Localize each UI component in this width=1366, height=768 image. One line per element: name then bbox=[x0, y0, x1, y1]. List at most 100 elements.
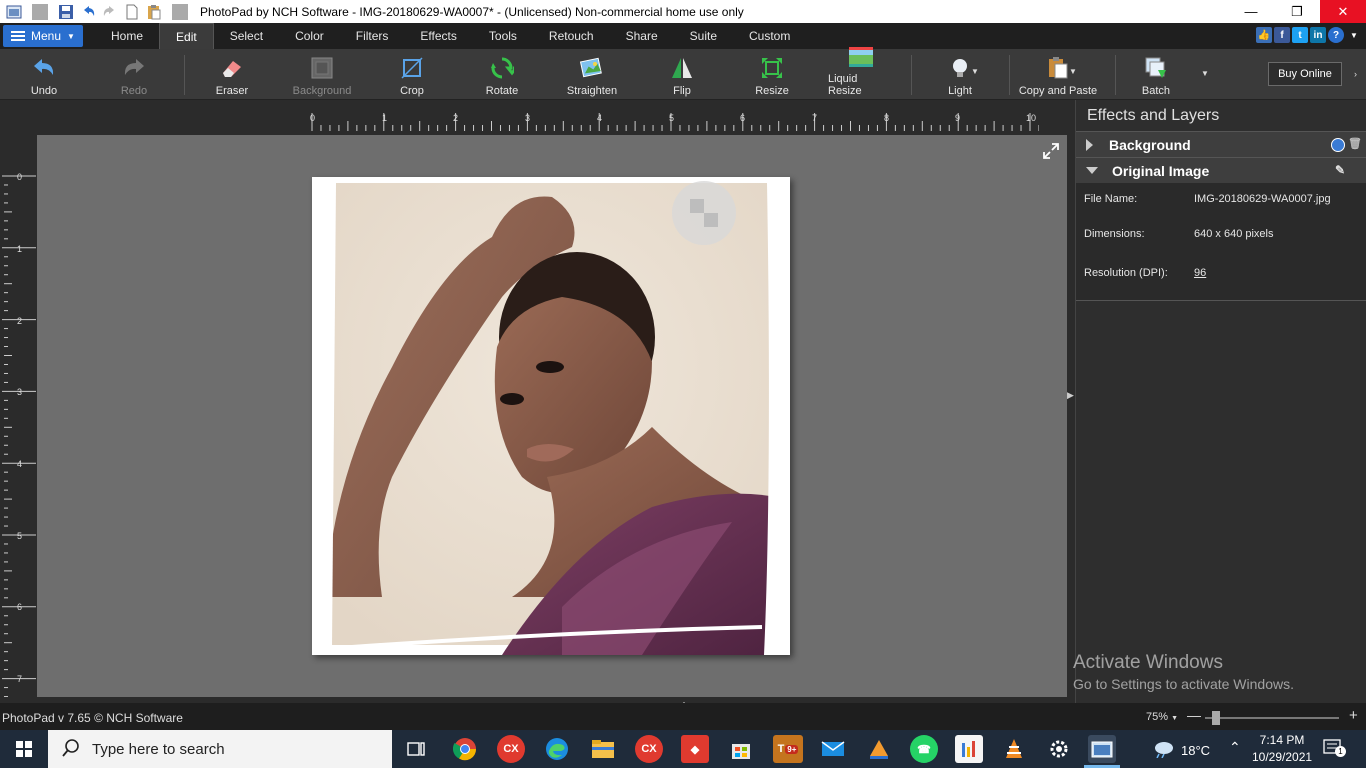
liquid-resize-icon bbox=[848, 45, 874, 69]
light-label: Light bbox=[948, 85, 972, 97]
close-button[interactable]: ✕ bbox=[1320, 0, 1366, 23]
background-button[interactable]: Background bbox=[290, 49, 354, 100]
clock[interactable]: 7:14 PM 10/29/2021 bbox=[1252, 732, 1312, 766]
file-explorer-icon[interactable] bbox=[589, 735, 617, 763]
cx-app-icon[interactable]: CX bbox=[497, 735, 525, 763]
expand-icon[interactable] bbox=[1042, 142, 1060, 160]
clipboard-icon[interactable] bbox=[146, 4, 162, 20]
layer-visibility-icon[interactable] bbox=[1331, 138, 1345, 152]
light-dropdown-icon[interactable]: ▼ bbox=[971, 67, 979, 76]
excel-icon[interactable] bbox=[955, 735, 983, 763]
taskbar-search[interactable]: Type here to search bbox=[48, 730, 392, 768]
crop-button[interactable]: Crop bbox=[390, 49, 434, 100]
tab-select[interactable]: Select bbox=[214, 23, 279, 49]
vlc-like-icon[interactable] bbox=[865, 735, 893, 763]
tab-suite[interactable]: Suite bbox=[674, 23, 733, 49]
chevron-down-icon: ▼ bbox=[67, 31, 75, 41]
help-icon[interactable]: ? bbox=[1328, 27, 1344, 43]
redo-button[interactable]: Redo bbox=[112, 49, 156, 100]
anydesk-icon[interactable]: ◆ bbox=[681, 735, 709, 763]
whatsapp-icon[interactable]: ☎ bbox=[910, 735, 938, 763]
ruler-h-label: 10 bbox=[1026, 113, 1037, 123]
redo-icon bbox=[121, 55, 147, 81]
undo-quick-icon[interactable] bbox=[80, 4, 96, 20]
batch-button[interactable]: Batch bbox=[1134, 49, 1178, 100]
edge-icon[interactable] bbox=[543, 735, 571, 763]
resize-button[interactable]: Resize bbox=[748, 49, 796, 100]
expand-triangle-icon[interactable] bbox=[1086, 138, 1093, 151]
photo-image[interactable] bbox=[312, 177, 790, 655]
tab-share[interactable]: Share bbox=[610, 23, 674, 49]
ruler-h-label: 2 bbox=[453, 113, 459, 123]
eraser-button[interactable]: Eraser bbox=[206, 49, 258, 100]
tab-tools[interactable]: Tools bbox=[473, 23, 533, 49]
layer-background[interactable]: Background 🗑 bbox=[1076, 131, 1366, 157]
ruler-h-label: 8 bbox=[884, 113, 890, 123]
trash-icon[interactable]: 🗑 bbox=[1348, 137, 1362, 150]
facebook-icon[interactable]: f bbox=[1274, 27, 1290, 43]
twitter-icon[interactable]: t bbox=[1292, 27, 1308, 43]
minimize-button[interactable]: — bbox=[1228, 0, 1274, 23]
zoom-in-button[interactable]: + bbox=[1349, 707, 1358, 724]
zoom-dropdown-icon[interactable]: ▼ bbox=[1171, 715, 1178, 722]
tray-overflow-icon[interactable]: ⌃ bbox=[1229, 739, 1241, 756]
activate-line1: Activate Windows bbox=[1073, 652, 1223, 673]
straighten-button[interactable]: Straighten bbox=[562, 49, 622, 100]
ribbon-tabs: Menu ▼ Home Edit Select Color Filters Ef… bbox=[0, 23, 1366, 49]
copy-paste-button[interactable]: Copy and Paste bbox=[1018, 49, 1098, 100]
resolution-value[interactable]: 96 bbox=[1194, 267, 1206, 279]
task-view-icon[interactable] bbox=[402, 735, 430, 763]
restore-button[interactable]: ❐ bbox=[1274, 0, 1320, 23]
collapse-triangle-icon[interactable] bbox=[1086, 167, 1098, 174]
toolbar-scroll-icon[interactable]: › bbox=[1354, 69, 1357, 79]
notification-icon[interactable]: 1 bbox=[1323, 739, 1346, 757]
linkedin-icon[interactable]: in bbox=[1310, 27, 1326, 43]
panel-collapse-strip[interactable]: ▶ bbox=[1067, 100, 1075, 703]
vlc-icon[interactable] bbox=[1000, 735, 1028, 763]
weather-widget[interactable]: 18°C bbox=[1153, 740, 1210, 761]
menu-button[interactable]: Menu ▼ bbox=[3, 25, 83, 47]
zoom-out-button[interactable]: — bbox=[1187, 707, 1201, 723]
tab-filters[interactable]: Filters bbox=[340, 23, 405, 49]
tab-custom[interactable]: Custom bbox=[733, 23, 806, 49]
help-dropdown-icon[interactable]: ▼ bbox=[1346, 27, 1362, 43]
chrome-icon[interactable] bbox=[451, 735, 479, 763]
toolbar-more-icon[interactable]: ▼ bbox=[1201, 69, 1209, 78]
buy-online-button[interactable]: Buy Online bbox=[1268, 62, 1342, 86]
chevron-right-icon[interactable]: ▶ bbox=[1067, 390, 1074, 401]
tab-home[interactable]: Home bbox=[95, 23, 159, 49]
flip-button[interactable]: Flip bbox=[660, 49, 704, 100]
tab-effects[interactable]: Effects bbox=[404, 23, 472, 49]
undo-button[interactable]: Undo bbox=[22, 49, 66, 100]
store-icon[interactable] bbox=[727, 735, 755, 763]
start-button[interactable] bbox=[0, 730, 48, 768]
thumbs-up-icon[interactable]: 👍 bbox=[1256, 27, 1272, 43]
social-links: 👍 f t in ? ▼ bbox=[1256, 27, 1362, 43]
liquid-resize-button[interactable]: Liquid Resize bbox=[828, 47, 894, 100]
rotate-button[interactable]: Rotate bbox=[478, 49, 526, 100]
tab-edit[interactable]: Edit bbox=[159, 23, 214, 49]
settings-gear-icon[interactable] bbox=[1045, 735, 1073, 763]
redo-quick-icon[interactable] bbox=[102, 4, 118, 20]
mail-icon[interactable] bbox=[819, 735, 847, 763]
zoom-slider-thumb[interactable] bbox=[1212, 711, 1220, 725]
pencil-icon[interactable]: ✎ bbox=[1335, 163, 1345, 177]
photopad-taskbar-icon[interactable] bbox=[1088, 735, 1116, 763]
tab-color[interactable]: Color bbox=[279, 23, 340, 49]
tab-retouch[interactable]: Retouch bbox=[533, 23, 610, 49]
cx-app-icon[interactable]: CX bbox=[635, 735, 663, 763]
layer-original-image[interactable]: Original Image ✎ bbox=[1076, 157, 1366, 183]
zoom-slider-track[interactable] bbox=[1205, 717, 1339, 719]
vertical-ruler: 0 1 2 3 4 5 6 7 bbox=[0, 135, 37, 697]
crop-icon bbox=[399, 55, 425, 81]
windows-taskbar: Type here to search CX CX ◆ T 9+ ☎ 18°C ⌃… bbox=[0, 730, 1366, 768]
teams-icon[interactable]: T 9+ bbox=[773, 735, 803, 763]
new-file-icon[interactable] bbox=[124, 4, 140, 20]
app-icon[interactable] bbox=[6, 4, 22, 20]
effects-layers-panel: Effects and Layers Background 🗑 Original… bbox=[1075, 100, 1366, 703]
weather-temp: 18°C bbox=[1181, 743, 1211, 758]
zoom-level[interactable]: 75% ▼ bbox=[1146, 711, 1178, 723]
copy-paste-dropdown-icon[interactable]: ▼ bbox=[1069, 67, 1077, 76]
status-text: PhotoPad v 7.65 © NCH Software bbox=[2, 711, 183, 725]
save-icon[interactable] bbox=[58, 4, 74, 20]
